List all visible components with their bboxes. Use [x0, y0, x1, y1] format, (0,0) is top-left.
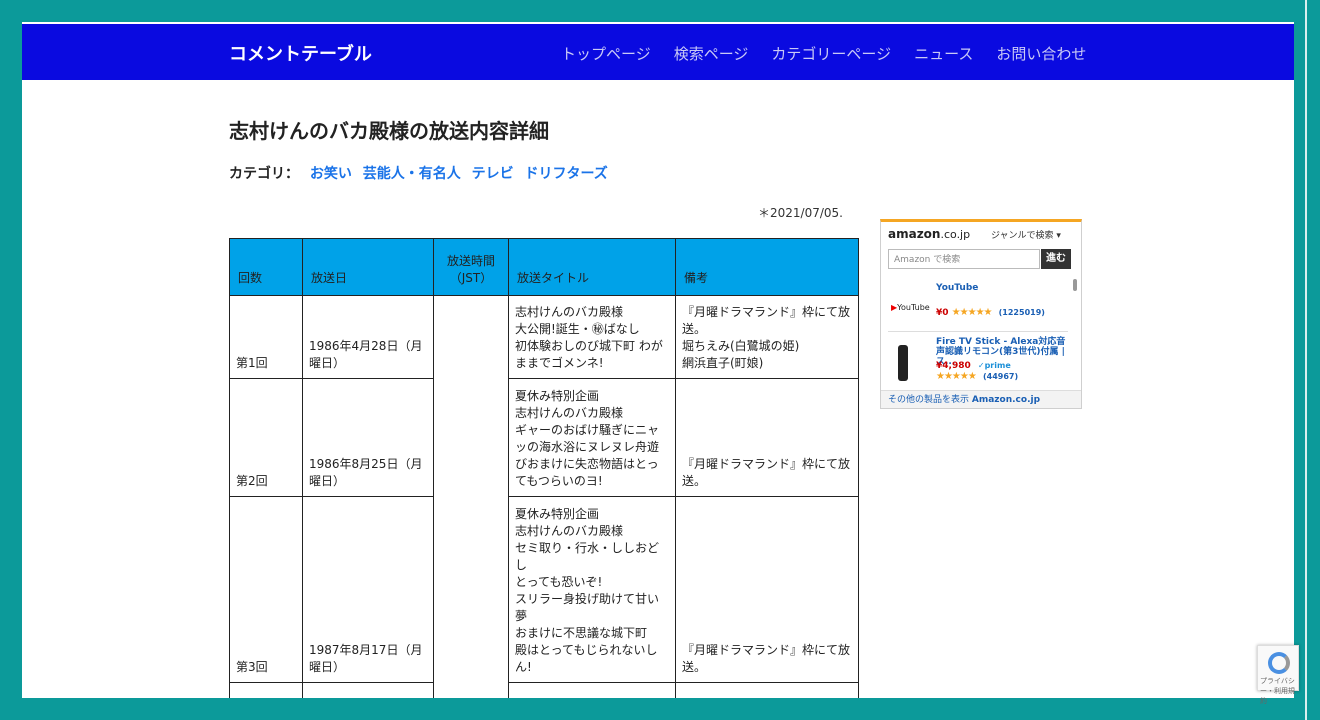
product-fire-tv-stick[interactable]: Fire TV Stick - Alexa対応音声認識リモコン(第3世代)付属 …	[888, 335, 1068, 385]
header-num: 回数	[229, 238, 303, 296]
widget-scrollbar[interactable]	[1073, 279, 1077, 291]
nav-news[interactable]: ニュース	[914, 43, 973, 64]
cell-num: 第2回	[229, 378, 303, 497]
product-price-row: ¥0 ★★★★★ (1225019)	[936, 307, 1045, 318]
main-nav: トップページ 検索ページ カテゴリーページ ニュース お問い合わせ	[561, 43, 1086, 64]
nav-contact[interactable]: お問い合わせ	[996, 43, 1086, 64]
category-label: カテゴリ：	[229, 166, 299, 182]
cell-title: 夏休み特別企画 志村けんのバカ殿様 ギャーのおばけ騒ぎにニャッの海水浴にヌレヌレ…	[508, 378, 676, 497]
amazon-search-input[interactable]: Amazon で検索	[888, 249, 1040, 269]
table-row: 第1回 1986年4月28日（月曜日） 志村けんのバカ殿様 大公開!誕生・㊙ばな…	[229, 295, 859, 379]
youtube-logo-icon: ▶YouTube	[891, 303, 930, 312]
updated-date: ＊2021/07/05.	[758, 206, 843, 220]
window-edge	[1305, 0, 1307, 720]
product-name[interactable]: YouTube	[936, 283, 1066, 293]
cell-date	[302, 682, 434, 698]
cell-title	[508, 682, 676, 698]
episode-table: 回数 放送日 放送時間 （JST） 放送タイトル 備考 第1回 1986年4月2…	[229, 238, 859, 698]
category-link-tv[interactable]: テレビ	[472, 166, 514, 182]
cell-num: 第3回	[229, 496, 303, 683]
cell-time	[433, 682, 509, 698]
cell-date: 1986年4月28日（月曜日）	[302, 295, 434, 379]
cell-num: 第1回	[229, 295, 303, 379]
amazon-widget: amazon.co.jp ジャンルで検索 ▾ Amazon で検索 進む ▶Yo…	[880, 219, 1082, 409]
more-products-link[interactable]: その他の製品を表示 Amazon.co.jp	[881, 390, 1081, 408]
category-link-drifters[interactable]: ドリフターズ	[525, 166, 608, 182]
category-link-geinou[interactable]: 芸能人・有名人	[363, 166, 461, 182]
top-navbar: コメントテーブル トップページ 検索ページ カテゴリーページ ニュース お問い合…	[22, 24, 1294, 80]
nav-top[interactable]: トップページ	[561, 43, 651, 64]
amazon-logo[interactable]: amazon.co.jp	[888, 227, 970, 241]
cell-title: 夏休み特別企画 志村けんのバカ殿様 セミ取り・行水・ししおどし とっても恐いぞ!…	[508, 496, 676, 683]
table-row: 第3回 1987年8月17日（月曜日） 夏休み特別企画 志村けんのバカ殿様 セミ…	[229, 496, 859, 683]
header-title: 放送タイトル	[508, 238, 676, 296]
header-date: 放送日	[302, 238, 434, 296]
header-note: 備考	[675, 238, 859, 296]
cell-note: 『月曜ドラマランド』枠にて放送。	[675, 496, 859, 683]
table-row	[229, 682, 859, 698]
product-price-row: ¥4,980 ✓prime ★★★★★ (44967)	[936, 361, 1018, 382]
recaptcha-badge[interactable]: プライバシー・利用規約	[1257, 645, 1299, 705]
table-header-row: 回数 放送日 放送時間 （JST） 放送タイトル 備考	[229, 238, 859, 296]
nav-search[interactable]: 検索ページ	[674, 43, 749, 64]
recaptcha-text[interactable]: プライバシー・利用規約	[1260, 676, 1298, 706]
cell-date: 1986年8月25日（月曜日）	[302, 378, 434, 497]
rating-stars-icon: ★★★★★	[936, 371, 977, 382]
cell-date: 1987年8月17日（月曜日）	[302, 496, 434, 683]
cell-note: 『月曜ドラマランド』枠にて放送。	[675, 378, 859, 497]
cell-title: 志村けんのバカ殿様 大公開!誕生・㊙ばなし 初体験おしのび城下町 わがままでゴメ…	[508, 295, 676, 379]
site-brand[interactable]: コメントテーブル	[229, 40, 372, 66]
genre-dropdown[interactable]: ジャンルで検索 ▾	[991, 228, 1061, 241]
fire-tv-stick-image	[898, 345, 908, 381]
table-row: 第2回 1986年8月25日（月曜日） 夏休み特別企画 志村けんのバカ殿様 ギャ…	[229, 378, 859, 497]
rating-stars-icon: ★★★★★	[951, 307, 993, 318]
product-price: ¥0	[936, 308, 949, 318]
prime-badge: ✓prime	[977, 361, 1011, 370]
cell-note: 『月曜ドラマランド』枠にて放送。 堀ちえみ(白鷺城の姫) 網浜直子(町娘)	[675, 295, 859, 379]
product-price: ¥4,980	[936, 361, 971, 371]
cell-time	[433, 295, 509, 379]
product-youtube[interactable]: ▶YouTube YouTube ¥0 ★★★★★ (1225019)	[888, 281, 1068, 332]
nav-category[interactable]: カテゴリーページ	[771, 43, 891, 64]
header-time: 放送時間 （JST）	[433, 238, 509, 296]
category-link-owarai[interactable]: お笑い	[310, 166, 352, 182]
recaptcha-icon	[1268, 652, 1290, 674]
page-title: 志村けんのバカ殿様の放送内容詳細	[229, 119, 549, 143]
cell-num	[229, 682, 303, 698]
cell-time	[433, 378, 509, 497]
category-list: カテゴリ： お笑い 芸能人・有名人 テレビ ドリフターズ	[229, 163, 614, 183]
review-count[interactable]: (1225019)	[999, 308, 1045, 317]
amazon-go-button[interactable]: 進む	[1041, 249, 1071, 269]
cell-note	[675, 682, 859, 698]
review-count[interactable]: (44967)	[983, 372, 1018, 381]
browser-window: コメントテーブル トップページ 検索ページ カテゴリーページ ニュース お問い合…	[22, 22, 1294, 698]
cell-time	[433, 496, 509, 683]
